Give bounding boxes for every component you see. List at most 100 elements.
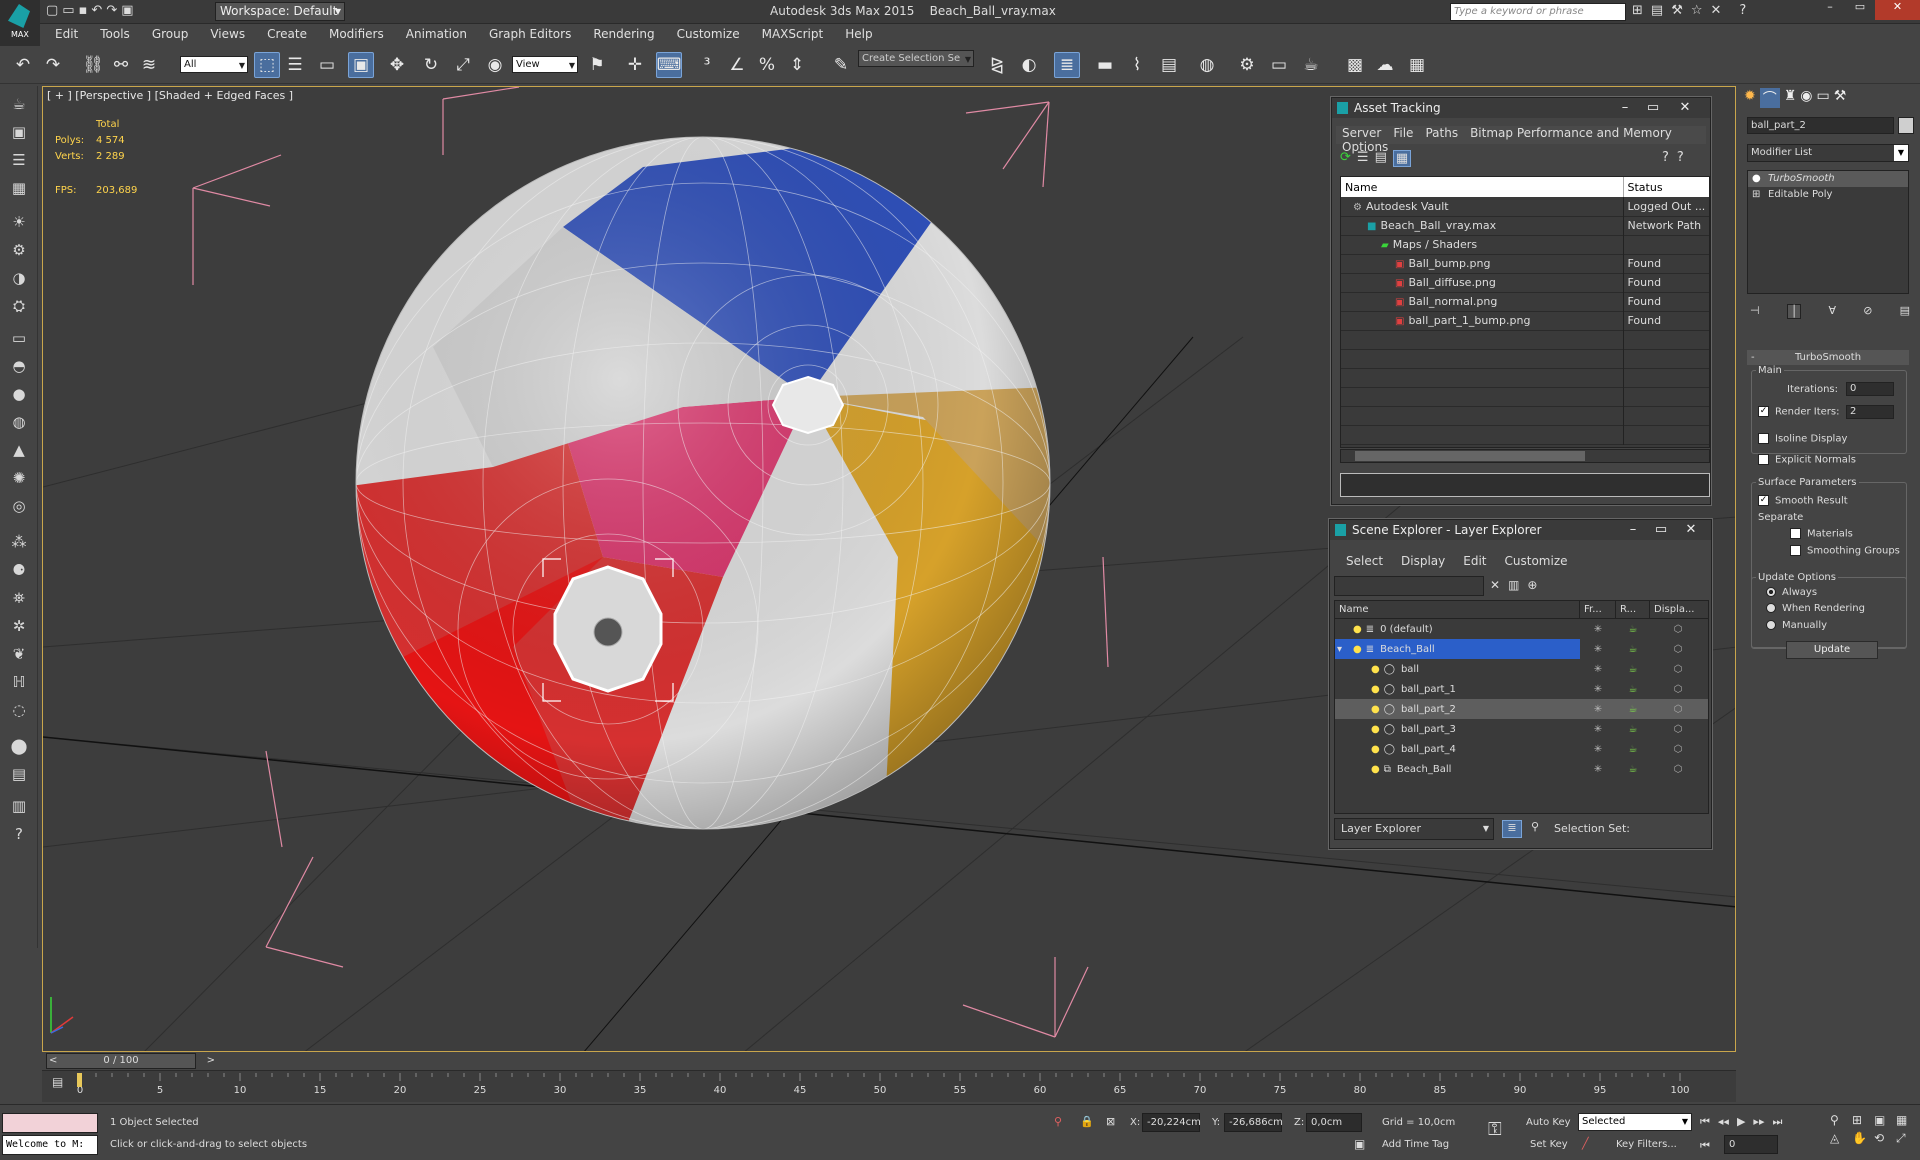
make-unique-icon[interactable]: ∀ <box>1829 304 1837 319</box>
redo-icon[interactable]: ↷ <box>40 52 66 78</box>
hair-icon[interactable]: ℍ <box>6 670 32 694</box>
exchange-icon[interactable]: ✕ <box>1711 3 1722 18</box>
turbosmooth-rollout-header[interactable]: - TurboSmooth <box>1747 350 1909 365</box>
light-icon[interactable]: ☀ <box>6 210 32 234</box>
menu-item[interactable]: Customize <box>666 24 751 41</box>
renderable-teapot-icon[interactable]: ☕ <box>1616 664 1650 675</box>
column-header[interactable]: Name <box>1335 601 1580 618</box>
absolute-mode-icon[interactable]: ⊠ <box>1106 1115 1115 1128</box>
lightbulb-icon[interactable]: ● <box>1371 724 1380 735</box>
asset-tracking-window[interactable]: Asset Tracking – ▭ ✕ Server File Paths Bitm… <box>1331 97 1711 505</box>
layer-manager-icon[interactable]: ≣ <box>1054 52 1080 78</box>
freeze-icon[interactable]: ✳ <box>1580 684 1616 695</box>
undo-icon[interactable]: ↶ <box>10 52 36 78</box>
menu-item[interactable]: Paths <box>1419 126 1464 140</box>
menu-item[interactable]: Create <box>256 24 318 41</box>
go-to-end-icon[interactable]: ⏭ <box>1772 1115 1782 1129</box>
display-tab-icon[interactable]: ▭ <box>1817 88 1830 108</box>
display-box-icon[interactable]: ⬡ <box>1650 744 1706 755</box>
zoom-extents-icon[interactable]: ▣ <box>1874 1113 1896 1127</box>
filter-icon[interactable]: ▥ <box>1508 578 1519 592</box>
time-slider[interactable]: < 0 / 100 > <box>42 1052 1736 1070</box>
render-setup-icon[interactable]: ⚙ <box>1234 52 1260 78</box>
zoom-all-icon[interactable]: ⊞ <box>1852 1113 1874 1127</box>
snap-icon[interactable]: ³ <box>694 52 720 78</box>
project-icon[interactable]: ▣ <box>121 3 133 21</box>
object-name-field[interactable]: ball_part_2 <box>1747 117 1894 134</box>
binoculars-icon[interactable]: ⊞ <box>1632 3 1643 18</box>
render-activeshade-icon[interactable]: ▩ <box>1342 52 1368 78</box>
radio[interactable] <box>1766 603 1776 613</box>
scene-row[interactable]: ● ◯ ball_part_2 ✳ ☕ ⬡ <box>1335 699 1708 719</box>
edit-named-sel-icon[interactable]: ✎ <box>828 52 854 78</box>
close-button[interactable]: ✕ <box>1672 100 1698 116</box>
menu-item[interactable]: Customize <box>1499 554 1574 568</box>
menu-item[interactable]: Animation <box>395 24 478 41</box>
lightbulb-icon[interactable]: ● <box>1371 684 1380 695</box>
sound-icon[interactable]: ◑ <box>6 266 32 290</box>
freeze-icon[interactable]: ✳ <box>1580 664 1616 675</box>
command-panel-toggle-icon[interactable]: ▦ <box>1404 52 1430 78</box>
layer-add-icon[interactable]: ⊕ <box>1527 578 1537 592</box>
lightbulb-icon[interactable]: ● <box>1371 664 1380 675</box>
bind-spacewarp-icon[interactable]: ≋ <box>136 52 162 78</box>
scene-row[interactable]: ● ≣ 0 (default) ✳ ☕ ⬡ <box>1335 619 1708 639</box>
create-tab-icon[interactable]: ✹ <box>1744 88 1756 108</box>
isoline-checkbox[interactable]: Isoline Display <box>1758 433 1847 445</box>
checkbox[interactable] <box>1790 545 1801 556</box>
display-box-icon[interactable]: ⬡ <box>1650 624 1706 635</box>
add-time-tag[interactable]: Add Time Tag <box>1382 1139 1449 1150</box>
scene-search-input[interactable] <box>1334 576 1484 596</box>
smoothing-groups-checkbox[interactable]: Smoothing Groups <box>1790 545 1900 557</box>
ref-coord-dropdown[interactable]: View <box>512 56 578 73</box>
menu-item[interactable]: Display <box>1395 554 1451 568</box>
asset-row[interactable]: ▣ ball_part_1_bump.png Found <box>1341 311 1709 330</box>
particles-icon[interactable]: ⁂ <box>6 530 32 554</box>
minimize-button[interactable]: – <box>1815 0 1845 20</box>
render-iters-checkbox[interactable]: ✓ Render Iters: <box>1758 406 1840 418</box>
workspace-dropdown[interactable]: Workspace: Default ▼ <box>215 2 345 21</box>
display-box-icon[interactable]: ⬡ <box>1650 644 1706 655</box>
lock-selection-icon[interactable]: 🔒 <box>1080 1115 1094 1128</box>
viewport-label[interactable]: [ + ] [Perspective ] [Shaded + Edged Fac… <box>47 89 293 102</box>
motion-tab-icon[interactable]: ◉ <box>1800 88 1812 108</box>
scale-icon[interactable]: ⤢ <box>450 52 476 78</box>
key-filters-button[interactable]: Key Filters... <box>1616 1139 1677 1150</box>
checkbox[interactable] <box>1790 528 1801 539</box>
menu-item[interactable]: Graph Editors <box>478 24 582 41</box>
minimize-button[interactable]: – <box>1612 100 1638 116</box>
selection-filter-dropdown[interactable]: All <box>180 56 248 73</box>
place-icon[interactable]: ◉ <box>482 52 508 78</box>
lightbulb-icon[interactable]: ● <box>1371 744 1380 755</box>
cone-icon[interactable]: ▲ <box>6 438 32 462</box>
renderable-teapot-icon[interactable]: ☕ <box>1616 704 1650 715</box>
display-box-icon[interactable]: ⬡ <box>1650 724 1706 735</box>
box-icon[interactable]: ▭ <box>6 326 32 350</box>
search-input[interactable]: Type a keyword or phrase <box>1450 3 1626 21</box>
sphere-icon[interactable]: ● <box>6 382 32 406</box>
when-rendering-radio[interactable]: When Rendering <box>1766 603 1865 614</box>
default-tangent-icon[interactable]: ╱ <box>1582 1137 1589 1150</box>
redo-icon[interactable]: ↷ <box>106 3 117 21</box>
curve-editor-icon[interactable]: ⌇ <box>1124 52 1150 78</box>
maximize-button[interactable]: ▭ <box>1640 100 1666 116</box>
column-header[interactable]: Fr... <box>1580 601 1616 618</box>
layer-explorer-dropdown[interactable]: Layer Explorer ▼ <box>1334 818 1494 840</box>
renderable-teapot-icon[interactable]: ☕ <box>1616 644 1650 655</box>
orbit-icon[interactable]: ⟲ <box>1874 1131 1896 1146</box>
help-icon[interactable]: ? <box>6 822 32 846</box>
window-crossing-icon[interactable]: ▣ <box>348 52 374 78</box>
help-icon[interactable]: ? <box>1739 3 1746 18</box>
move-icon[interactable]: ✥ <box>384 52 410 78</box>
undo-icon[interactable]: ↶ <box>91 3 102 21</box>
scene-row[interactable]: ▾ ● ≣ Beach_Ball ✳ ☕ ⬡ <box>1335 639 1708 659</box>
link-icon[interactable]: ⛓ <box>80 52 106 78</box>
iterations-spinner[interactable]: 0 <box>1846 382 1894 396</box>
maximize-button[interactable]: ▭ <box>1845 0 1875 20</box>
unlink-icon[interactable]: ⚯ <box>108 52 134 78</box>
list-icon[interactable]: ☰ <box>6 148 32 172</box>
sun-icon[interactable]: ✺ <box>6 466 32 490</box>
utilities-tab-icon[interactable]: ⚒ <box>1834 88 1847 108</box>
asset-row[interactable]: ⚙ Autodesk Vault Logged Out ... <box>1341 197 1709 216</box>
configure-icon[interactable]: ▤ <box>1900 304 1910 319</box>
